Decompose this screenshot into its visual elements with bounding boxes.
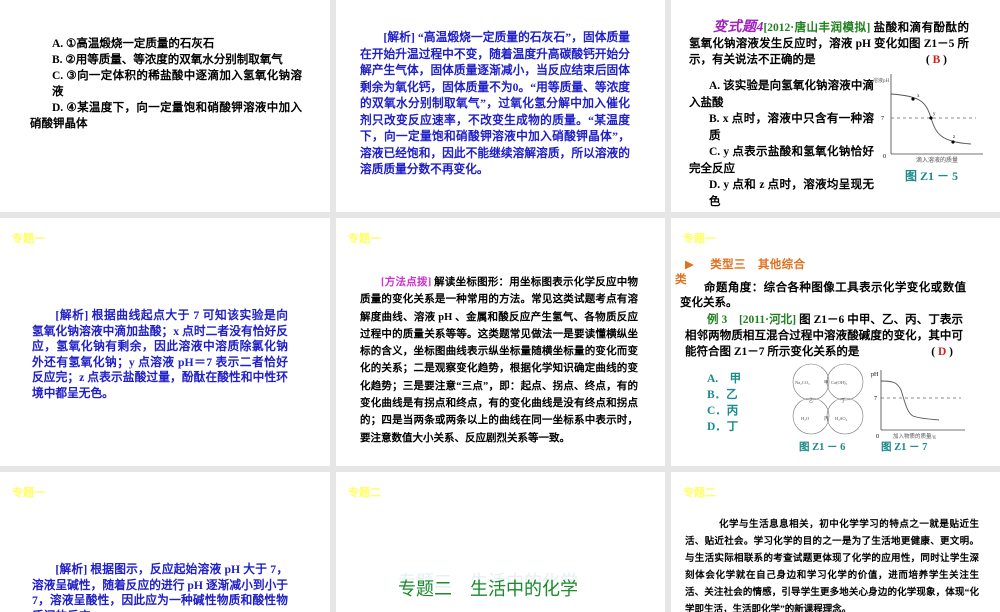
analysis-label: [解析]	[55, 563, 88, 576]
answer: D	[937, 346, 947, 358]
slide-thumbnail-4[interactable]: 专题一 [解析] 根据曲线起点大于 7 可知该实验是向氢氧化钠溶液中滴加盐酸；x…	[0, 218, 330, 466]
option-list: A. ①高温煅烧一定质量的石灰石 B. ②用等质量、等浓度的双氧水分别制取氧气 …	[30, 36, 302, 132]
venn-diagram-z1-6: Na₂CO₃ Ca(OH)₂ H₂O H₂SO₄ 甲 乙 丙 丁	[792, 363, 864, 435]
option-b: B. x 点时，溶液中只含有一种溶质	[709, 113, 874, 142]
venn-h2o: H₂O	[801, 416, 810, 421]
slide-thumbnail-7[interactable]: 专题一 [解析] 根据图示，反应起始溶液 pH 大于 7，溶液呈碱性，随着反应的…	[0, 472, 330, 612]
figure-caption-z1-6: 图 Z1 － 6	[799, 442, 846, 453]
analysis-text: [解析] 根据曲线起点大于 7 可知该实验是向氢氧化钠溶液中滴加盐酸；x 点时二…	[32, 308, 288, 401]
origin: 0	[876, 434, 879, 440]
figure-caption-z1-7: 图 Z1 － 7	[881, 442, 928, 453]
point-z	[951, 140, 955, 144]
method-text: [方法点拨] 解读坐标图形：用坐标图表示化学反应中物质量的变化关系是一种常用的方…	[360, 274, 638, 447]
angle-text: 命题角度：综合各种图像工具表示化学变化或数值变化关系。	[680, 282, 966, 309]
option-a: A. 该实验是向氢氧化钠溶液中滴入盐酸	[689, 80, 874, 109]
slide-thumbnail-6[interactable]: 专题一 ▶ 类型三 其他综合类 命题角度：综合各种图像工具表示化学变化或数值变化关…	[671, 218, 1000, 466]
intro-text: 化学与生活息息相关，初中化学学习的特点之一就是贴近生活、贴近社会。学习化学的目的…	[685, 520, 979, 612]
analysis-label: [解析]	[55, 309, 89, 322]
source: [2011·河北]	[738, 314, 797, 326]
option-c: C. ③向一定体积的稀盐酸中逐滴加入氢氧化钠溶液	[52, 70, 302, 98]
option-a: A. ①高温煅烧一定质量的石灰石	[52, 38, 215, 50]
point-x	[911, 97, 915, 101]
label-x: x	[917, 94, 920, 99]
section-tag: 专题二	[683, 486, 716, 499]
option-c: C. y 点表示盐酸和氢氧化钠恰好完全反应	[689, 146, 874, 175]
paren-close: )	[943, 54, 947, 66]
method-label: [方法点拨]	[381, 277, 432, 288]
analysis-body: 根据曲线起点大于 7 可知该实验是向氢氧化钠溶液中滴加盐酸；x 点时二者没有恰好…	[32, 309, 288, 400]
label-z: z	[953, 135, 956, 140]
answer: B	[932, 54, 941, 66]
option-list: A. 甲 B．乙 C．丙 D．丁	[707, 371, 741, 435]
y-label: 溶液pH	[873, 77, 890, 84]
section-tag: 专题二	[348, 486, 381, 499]
slide-thumbnail-1[interactable]: A. ①高温煅烧一定质量的石灰石 B. ②用等质量、等浓度的双氧水分别制取氧气 …	[0, 0, 330, 212]
example-text: 例 3 [2011·河北] 图 Z1－6 中甲、乙、丙、丁表示相邻两物质相互混合…	[685, 312, 963, 360]
analysis-text: [解析] 根据图示，反应起始溶液 pH 大于 7，溶液呈碱性，随着反应的进行 p…	[32, 562, 288, 612]
ph-chart-z1-5: x y z 7 0 溶液pH 滴入溶液的质量	[873, 74, 983, 164]
ph-curve	[880, 380, 940, 421]
source: [2012·唐山丰润模拟]	[763, 22, 871, 34]
label-y: y	[933, 112, 936, 117]
question-text: 变式题4[2012·唐山丰润模拟] 盐酸和滴有酚酞的氢氧化钠溶液发生反应时，溶液…	[689, 20, 969, 68]
origin: 0	[883, 154, 886, 160]
option-d: D. ④某温度下，向一定量饱和硝酸钾溶液中加入硝酸钾晶体	[30, 102, 302, 130]
option-b: B．乙	[707, 389, 738, 401]
paren-close: )	[949, 346, 953, 358]
analysis-body: “高温煅烧一定质量的石灰石”，固体质量在开始升温过程中不变，随着温度升高碳酸钙开…	[360, 31, 630, 176]
analysis-label: [解析]	[383, 31, 415, 44]
method-body: 解读坐标图形：用坐标图表示化学反应中物质量的变化关系是一种常用的方法。常见这类试…	[360, 277, 638, 444]
venn-h2so4: H₂SO₄	[835, 416, 848, 421]
slide-thumbnail-2[interactable]: [解析] “高温煅烧一定质量的石灰石”，固体质量在开始升温过程中不变，随着温度升…	[336, 0, 665, 212]
section-title: 专题二 生活中的化学	[398, 579, 578, 600]
venn-jia: 甲	[824, 380, 829, 386]
option-c: C．丙	[707, 405, 739, 417]
option-a: A. 甲	[707, 373, 742, 385]
variant-badge: 变式题4	[713, 20, 764, 35]
arrow-icon: ▶	[685, 259, 695, 271]
option-list: A. 该实验是向氢氧化钠溶液中滴入盐酸 B. x 点时，溶液中只含有一种溶质 C…	[689, 78, 874, 210]
figure-caption: 图 Z1 － 5	[905, 169, 959, 183]
slide-thumbnail-5[interactable]: 专题一 [方法点拨] 解读坐标图形：用坐标图表示化学反应中物质量的变化关系是一种…	[336, 218, 665, 466]
x-label: 滴入溶液的质量	[916, 156, 958, 164]
tick-7: 7	[874, 396, 877, 402]
ph-chart-z1-7: pH 7 0 加入物质的质量/g	[871, 370, 965, 440]
slide-thumbnail-3[interactable]: 变式题4[2012·唐山丰润模拟] 盐酸和滴有酚酞的氢氧化钠溶液发生反应时，溶液…	[671, 0, 1000, 212]
section-tag: 专题一	[683, 232, 716, 245]
slide-thumbnail-8[interactable]: 专题二 专题二 生活中的化学 专题二 生活中的化学	[336, 472, 665, 612]
example-label: 例 3	[707, 314, 728, 326]
paren-open: (	[925, 54, 930, 66]
option-b: B. ②用等质量、等浓度的双氧水分别制取氧气	[52, 54, 283, 66]
tick-7: 7	[881, 116, 884, 122]
venn-ding: 丁	[841, 398, 846, 403]
section-tag: 专题一	[348, 232, 381, 245]
y-label: pH	[871, 372, 879, 378]
paren-open: (	[931, 346, 936, 358]
venn-yi: 乙	[809, 397, 814, 403]
option-d: D．丁	[707, 421, 739, 433]
venn-caoh2: Ca(OH)₂	[831, 380, 847, 385]
analysis-text: [解析] “高温煅烧一定质量的石灰石”，固体质量在开始升温过程中不变，随着温度升…	[360, 30, 630, 179]
section-tag: 专题一	[12, 232, 45, 245]
section-tag: 专题一	[12, 486, 45, 499]
option-d: D. y 点和 z 点时，溶液均呈现无色	[709, 179, 874, 208]
venn-na2co3: Na₂CO₃	[795, 380, 810, 385]
slide-thumbnail-9[interactable]: 专题二 化学与生活息息相关，初中化学学习的特点之一就是贴近生活、贴近社会。学习化…	[671, 472, 1000, 612]
